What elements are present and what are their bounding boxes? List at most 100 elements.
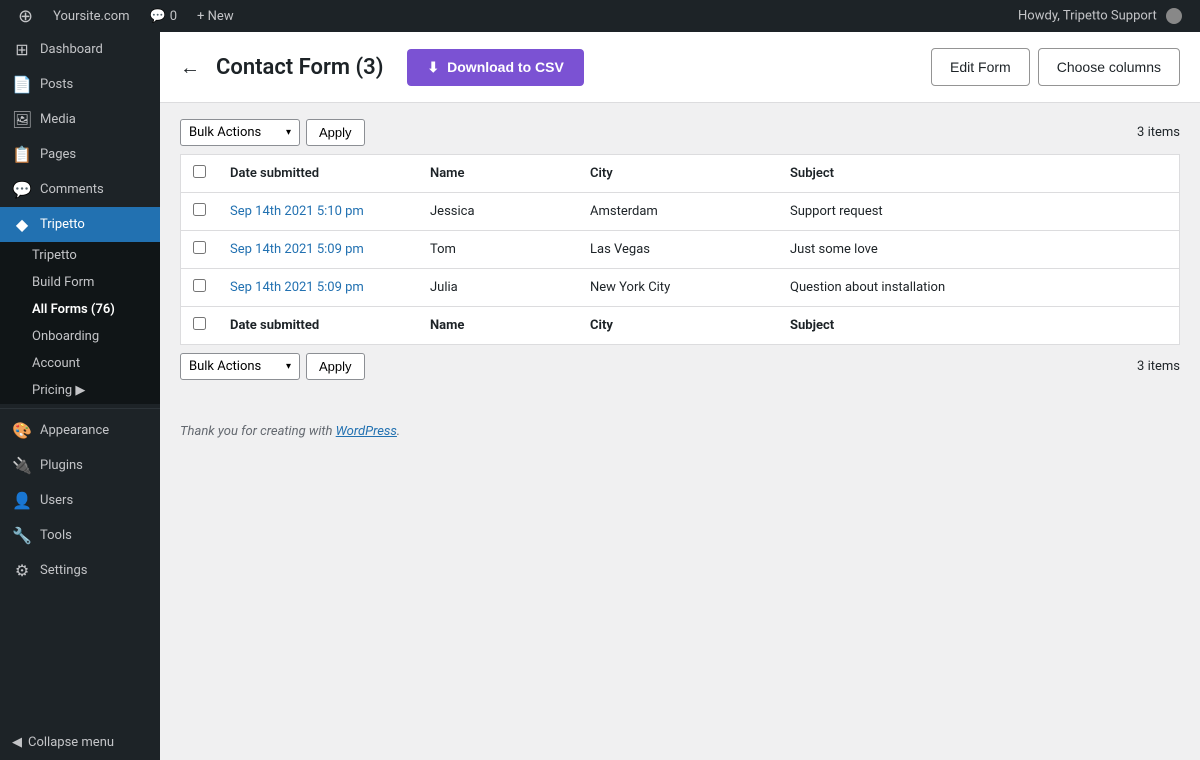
choose-columns-button[interactable]: Choose columns xyxy=(1038,48,1180,86)
sidebar-item-plugins[interactable]: 🔌 Plugins xyxy=(0,448,160,483)
header-city[interactable]: City xyxy=(578,155,778,193)
avatar xyxy=(1166,8,1182,24)
main-content: ← Contact Form (3) ⬇ Download to CSV Edi… xyxy=(160,32,1200,760)
page-footer: Thank you for creating with WordPress. xyxy=(160,404,1200,459)
footer-select-all-checkbox[interactable] xyxy=(193,317,206,330)
row-name: Julia xyxy=(418,269,578,307)
site-name-text: Yoursite.com xyxy=(53,9,129,24)
comments-menu-icon: 💬 xyxy=(12,180,32,199)
row-date[interactable]: Sep 14th 2021 5:10 pm xyxy=(218,193,418,231)
sidebar-item-label: Comments xyxy=(40,182,104,197)
download-btn-label: Download to CSV xyxy=(447,59,564,75)
sidebar-item-comments[interactable]: 💬 Comments xyxy=(0,172,160,207)
posts-icon: 📄 xyxy=(12,75,32,94)
bottom-bulk-actions-group: Bulk Actions ▾ Apply xyxy=(180,353,365,380)
appearance-icon: 🎨 xyxy=(12,421,32,440)
row-checkbox-0[interactable] xyxy=(193,203,206,216)
media-icon: 🖼 xyxy=(12,110,32,129)
page-header: ← Contact Form (3) ⬇ Download to CSV Edi… xyxy=(160,32,1200,103)
date-link[interactable]: Sep 14th 2021 5:09 pm xyxy=(230,242,364,257)
footer-date: Date submitted xyxy=(218,307,418,345)
date-link[interactable]: Sep 14th 2021 5:09 pm xyxy=(230,280,364,295)
sidebar-submenu-build-form[interactable]: Build Form xyxy=(0,269,160,296)
collapse-menu-button[interactable]: ◀ Collapse menu xyxy=(0,725,160,760)
sidebar-submenu-account[interactable]: Account xyxy=(0,350,160,377)
download-icon: ⬇ xyxy=(427,59,439,76)
sidebar-divider xyxy=(0,408,160,409)
tools-icon: 🔧 xyxy=(12,526,32,545)
top-bulk-actions-select[interactable]: Bulk Actions ▾ xyxy=(180,119,300,146)
sidebar-item-label: Dashboard xyxy=(40,42,103,57)
download-csv-button[interactable]: ⬇ Download to CSV xyxy=(407,49,583,86)
admin-bar: ⊕ Yoursite.com 💬 0 + New Howdy, Tripetto… xyxy=(0,0,1200,32)
collapse-menu-label: Collapse menu xyxy=(28,735,114,750)
settings-icon: ⚙ xyxy=(12,561,32,580)
sidebar-item-label: Users xyxy=(40,493,73,508)
select-all-checkbox[interactable] xyxy=(193,165,206,178)
sidebar-item-label: Settings xyxy=(40,563,87,578)
sidebar-submenu-onboarding[interactable]: Onboarding xyxy=(0,323,160,350)
top-bulk-actions-group: Bulk Actions ▾ Apply xyxy=(180,119,365,146)
table-footer-row: Date submitted Name City Subject xyxy=(181,307,1180,345)
wordpress-link[interactable]: WordPress xyxy=(336,424,397,439)
sidebar-submenu-all-forms[interactable]: All Forms (76) xyxy=(0,296,160,323)
header-actions: Edit Form Choose columns xyxy=(931,48,1180,86)
footer-name: Name xyxy=(418,307,578,345)
sidebar-item-label: Posts xyxy=(40,77,73,92)
back-button[interactable]: ← xyxy=(180,55,200,80)
site-name[interactable]: Yoursite.com xyxy=(43,0,139,32)
comments-link[interactable]: 💬 0 xyxy=(140,0,188,32)
row-city: Las Vegas xyxy=(578,231,778,269)
comments-count: 0 xyxy=(170,9,177,24)
sidebar-item-dashboard[interactable]: ⊞ Dashboard xyxy=(0,32,160,67)
row-checkbox-2[interactable] xyxy=(193,279,206,292)
sidebar-item-label: Media xyxy=(40,112,76,127)
sidebar-item-label: Appearance xyxy=(40,423,109,438)
sidebar-item-label: Pages xyxy=(40,147,76,162)
sidebar-submenu-pricing[interactable]: Pricing ▶ xyxy=(0,377,160,404)
row-name: Jessica xyxy=(418,193,578,231)
sidebar-submenu-tripetto[interactable]: Tripetto xyxy=(0,242,160,269)
header-date[interactable]: Date submitted xyxy=(218,155,418,193)
row-date[interactable]: Sep 14th 2021 5:09 pm xyxy=(218,269,418,307)
row-subject: Question about installation xyxy=(778,269,1180,307)
edit-form-button[interactable]: Edit Form xyxy=(931,48,1030,86)
data-table: Date submitted Name City Subject xyxy=(180,154,1180,345)
comments-icon: 💬 xyxy=(150,9,166,24)
row-date[interactable]: Sep 14th 2021 5:09 pm xyxy=(218,231,418,269)
new-content-label: + New xyxy=(197,9,234,24)
wp-logo[interactable]: ⊕ xyxy=(8,0,43,32)
top-items-count: 3 items xyxy=(1137,125,1180,140)
pages-icon: 📋 xyxy=(12,145,32,164)
sidebar-item-media[interactable]: 🖼 Media xyxy=(0,102,160,137)
bottom-bulk-actions-select[interactable]: Bulk Actions ▾ xyxy=(180,353,300,380)
header-subject[interactable]: Subject xyxy=(778,155,1180,193)
table-header-row: Date submitted Name City Subject xyxy=(181,155,1180,193)
table-area: Bulk Actions ▾ Apply 3 items xyxy=(160,103,1200,404)
row-checkbox-cell xyxy=(181,269,219,307)
collapse-menu-icon: ◀ xyxy=(12,735,22,750)
sidebar-item-label: Tripetto xyxy=(40,217,85,232)
bottom-apply-button[interactable]: Apply xyxy=(306,353,365,380)
sidebar-item-pages[interactable]: 📋 Pages xyxy=(0,137,160,172)
footer-city: City xyxy=(578,307,778,345)
top-bulk-actions-label: Bulk Actions xyxy=(189,125,261,140)
table-row: Sep 14th 2021 5:09 pm Julia New York Cit… xyxy=(181,269,1180,307)
new-content[interactable]: + New xyxy=(187,0,244,32)
top-table-controls: Bulk Actions ▾ Apply 3 items xyxy=(180,119,1180,146)
date-link[interactable]: Sep 14th 2021 5:10 pm xyxy=(230,204,364,219)
plugins-icon: 🔌 xyxy=(12,456,32,475)
footer-subject: Subject xyxy=(778,307,1180,345)
sidebar-item-tools[interactable]: 🔧 Tools xyxy=(0,518,160,553)
header-name[interactable]: Name xyxy=(418,155,578,193)
sidebar-item-users[interactable]: 👤 Users xyxy=(0,483,160,518)
tripetto-submenu: Tripetto Build Form All Forms (76) Onboa… xyxy=(0,242,160,404)
row-checkbox-1[interactable] xyxy=(193,241,206,254)
row-name: Tom xyxy=(418,231,578,269)
sidebar-item-tripetto[interactable]: ◆ Tripetto xyxy=(0,207,160,242)
sidebar-item-posts[interactable]: 📄 Posts xyxy=(0,67,160,102)
sidebar-item-appearance[interactable]: 🎨 Appearance xyxy=(0,413,160,448)
sidebar-item-settings[interactable]: ⚙ Settings xyxy=(0,553,160,588)
row-subject: Just some love xyxy=(778,231,1180,269)
top-apply-button[interactable]: Apply xyxy=(306,119,365,146)
